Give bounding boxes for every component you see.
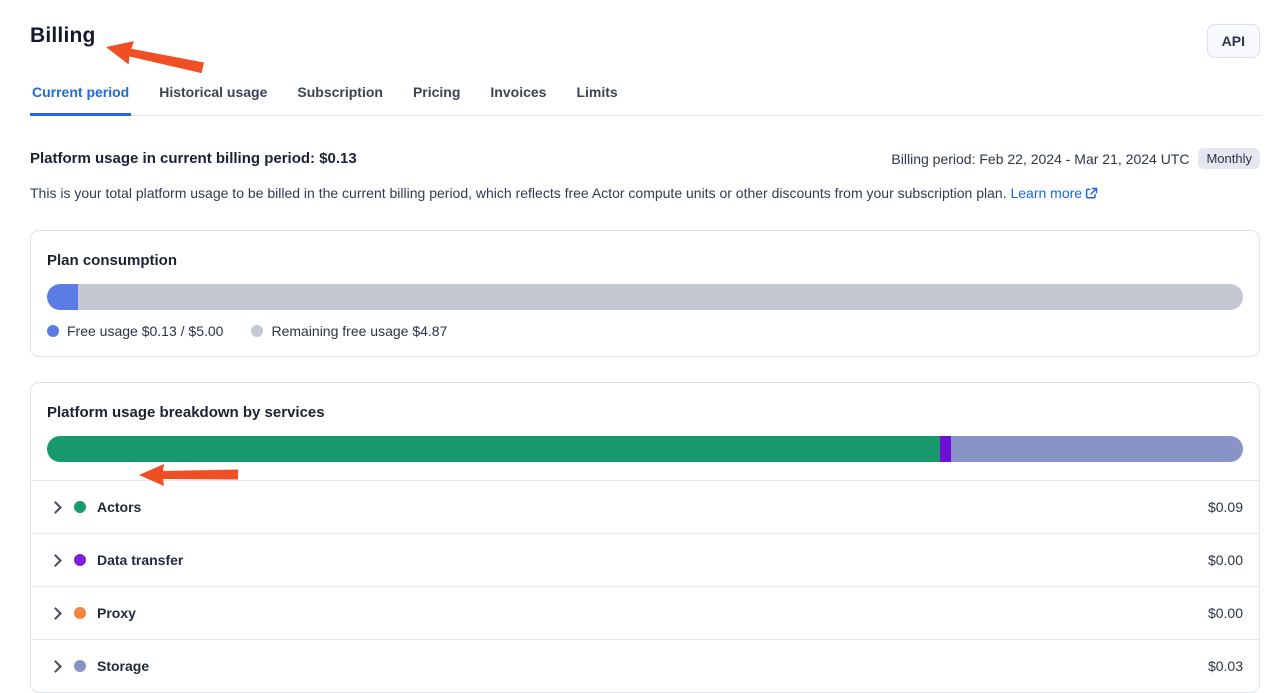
page-title: Billing [30,24,96,48]
usage-summary-heading: Platform usage in current billing period… [30,150,357,167]
tab-bar: Current period Historical usage Subscrip… [30,84,1260,116]
storage-dot [74,660,86,672]
service-label: Actors [97,499,141,515]
service-amount: $0.00 [1208,552,1243,568]
service-label: Proxy [97,605,136,621]
breakdown-bar [47,436,1243,462]
service-label: Data transfer [97,552,183,568]
tab-pricing[interactable]: Pricing [411,84,462,116]
actors-dot [74,501,86,513]
service-amount: $0.03 [1208,658,1243,674]
usage-description-text: This is your total platform usage to be … [30,185,1007,201]
plan-legend: Free usage $0.13 / $5.00 Remaining free … [47,323,1243,339]
monthly-badge: Monthly [1198,148,1260,169]
plan-consumption-title: Plan consumption [47,247,1243,269]
service-label: Storage [97,658,149,674]
chevron-right-icon [49,660,62,673]
legend-item-free-usage: Free usage $0.13 / $5.00 [47,323,223,339]
service-row-data-transfer[interactable]: Data transfer $0.00 [31,533,1259,586]
service-row-actors[interactable]: Actors $0.09 [31,480,1259,533]
breakdown-segment-data-transfer [940,436,951,462]
plan-consumption-card: Plan consumption Free usage $0.13 / $5.0… [30,230,1260,357]
free-usage-label: Free usage $0.13 / $5.00 [67,323,223,339]
tab-historical-usage[interactable]: Historical usage [157,84,269,116]
usage-breakdown-card: Platform usage breakdown by services Act… [30,382,1260,693]
usage-description: This is your total platform usage to be … [30,183,1260,205]
api-button[interactable]: API [1207,24,1260,58]
service-amount: $0.00 [1208,605,1243,621]
remaining-usage-label: Remaining free usage $4.87 [271,323,447,339]
service-row-proxy[interactable]: Proxy $0.00 [31,586,1259,639]
tab-limits[interactable]: Limits [574,84,619,116]
learn-more-link[interactable]: Learn more [1010,185,1098,201]
legend-item-remaining-usage: Remaining free usage $4.87 [251,323,447,339]
free-usage-dot [47,325,59,337]
tab-subscription[interactable]: Subscription [295,84,385,116]
breakdown-segment-actors [47,436,940,462]
breakdown-segment-storage [951,436,1243,462]
external-link-icon [1085,185,1098,205]
proxy-dot [74,607,86,619]
tab-invoices[interactable]: Invoices [488,84,548,116]
remaining-usage-dot [251,325,263,337]
service-amount: $0.09 [1208,499,1243,515]
chevron-right-icon [49,607,62,620]
chevron-right-icon [49,554,62,567]
billing-period-text: Billing period: Feb 22, 2024 - Mar 21, 2… [891,151,1189,167]
plan-progress-fill [47,284,78,310]
usage-breakdown-title: Platform usage breakdown by services [47,399,1243,421]
plan-progress-bar [47,284,1243,310]
service-row-storage[interactable]: Storage $0.03 [31,639,1259,692]
page-header: Billing API [30,24,1260,58]
data-transfer-dot [74,554,86,566]
tab-current-period[interactable]: Current period [30,84,131,116]
chevron-right-icon [49,501,62,514]
